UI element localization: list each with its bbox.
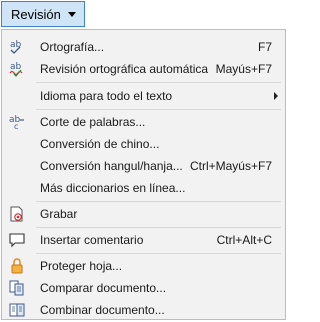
menu-item-label: Comparar documento... [40,281,167,295]
menu-item-label: Proteger hoja... [40,259,123,273]
menu-item-more-dictionaries[interactable]: Más diccionarios en línea... [2,177,285,199]
menu-item-label: Insertar comentario [40,233,144,247]
svg-text:c: c [14,122,18,130]
lock-icon [8,258,26,274]
menu-item-label: Corte de palabras... [40,115,146,129]
menu-item-hyphenation[interactable]: ab c Corte de palabras... [2,111,285,133]
menu-item-chinese-conversion[interactable]: Conversión de chino... [2,133,285,155]
menu-separator [36,227,281,228]
comment-icon [8,232,26,248]
menu-item-shortcut: F7 [257,40,272,54]
compare-documents-icon [8,280,26,296]
menu-item-label: Idioma para todo el texto [40,89,173,103]
menu-item-label: Ortografía... [40,40,105,54]
menu-item-merge-document[interactable]: Combinar documento... [2,299,285,321]
menu-separator [36,253,281,254]
menu-separator [36,201,281,202]
menu-item-label: Revisión ortográfica automática [40,62,209,76]
menu-item-label: Grabar [40,207,78,221]
menu-item-shortcut: Ctrl+Alt+C [216,233,272,247]
menu-item-auto-spellcheck[interactable]: ab Revisión ortográfica automática Mayús… [2,58,285,80]
revision-menu-label: Revisión [11,6,61,22]
menu-item-label: Conversión hangul/hanja... [40,159,183,173]
menu-item-shortcut: Ctrl+Mayús+F7 [189,159,272,173]
menu-item-compare-document[interactable]: Comparar documento... [2,277,285,299]
revision-dropdown-menu: ab Ortografía... F7 ab Revisión ortográf… [1,29,286,320]
menu-item-hangul-hanja[interactable]: Conversión hangul/hanja... Ctrl+Mayús+F7 [2,155,285,177]
menu-item-label: Combinar documento... [40,303,165,317]
chevron-down-icon [68,12,76,17]
menu-item-insert-comment[interactable]: Insertar comentario Ctrl+Alt+C [2,229,285,251]
record-changes-icon [8,206,26,222]
menu-item-label: Conversión de chino... [40,137,160,151]
svg-text:ab: ab [10,62,22,72]
menu-item-record[interactable]: Grabar [2,203,285,225]
menu-item-protect-sheet[interactable]: Proteger hoja... [2,255,285,277]
menu-item-shortcut: Mayús+F7 [215,62,272,76]
hyphenation-icon: ab c [8,114,26,130]
menu-item-label: Más diccionarios en línea... [40,181,186,195]
submenu-arrow-icon [274,92,278,100]
spellcheck-icon: ab [8,39,26,55]
menu-item-language[interactable]: Idioma para todo el texto [2,85,285,107]
svg-text:ab: ab [10,40,22,50]
auto-spellcheck-icon: ab [8,61,26,77]
menu-separator [36,109,281,110]
revision-menu-button[interactable]: Revisión [1,1,85,27]
menu-item-spelling[interactable]: ab Ortografía... F7 [2,36,285,58]
menu-separator [36,82,281,83]
merge-documents-icon [8,302,26,318]
